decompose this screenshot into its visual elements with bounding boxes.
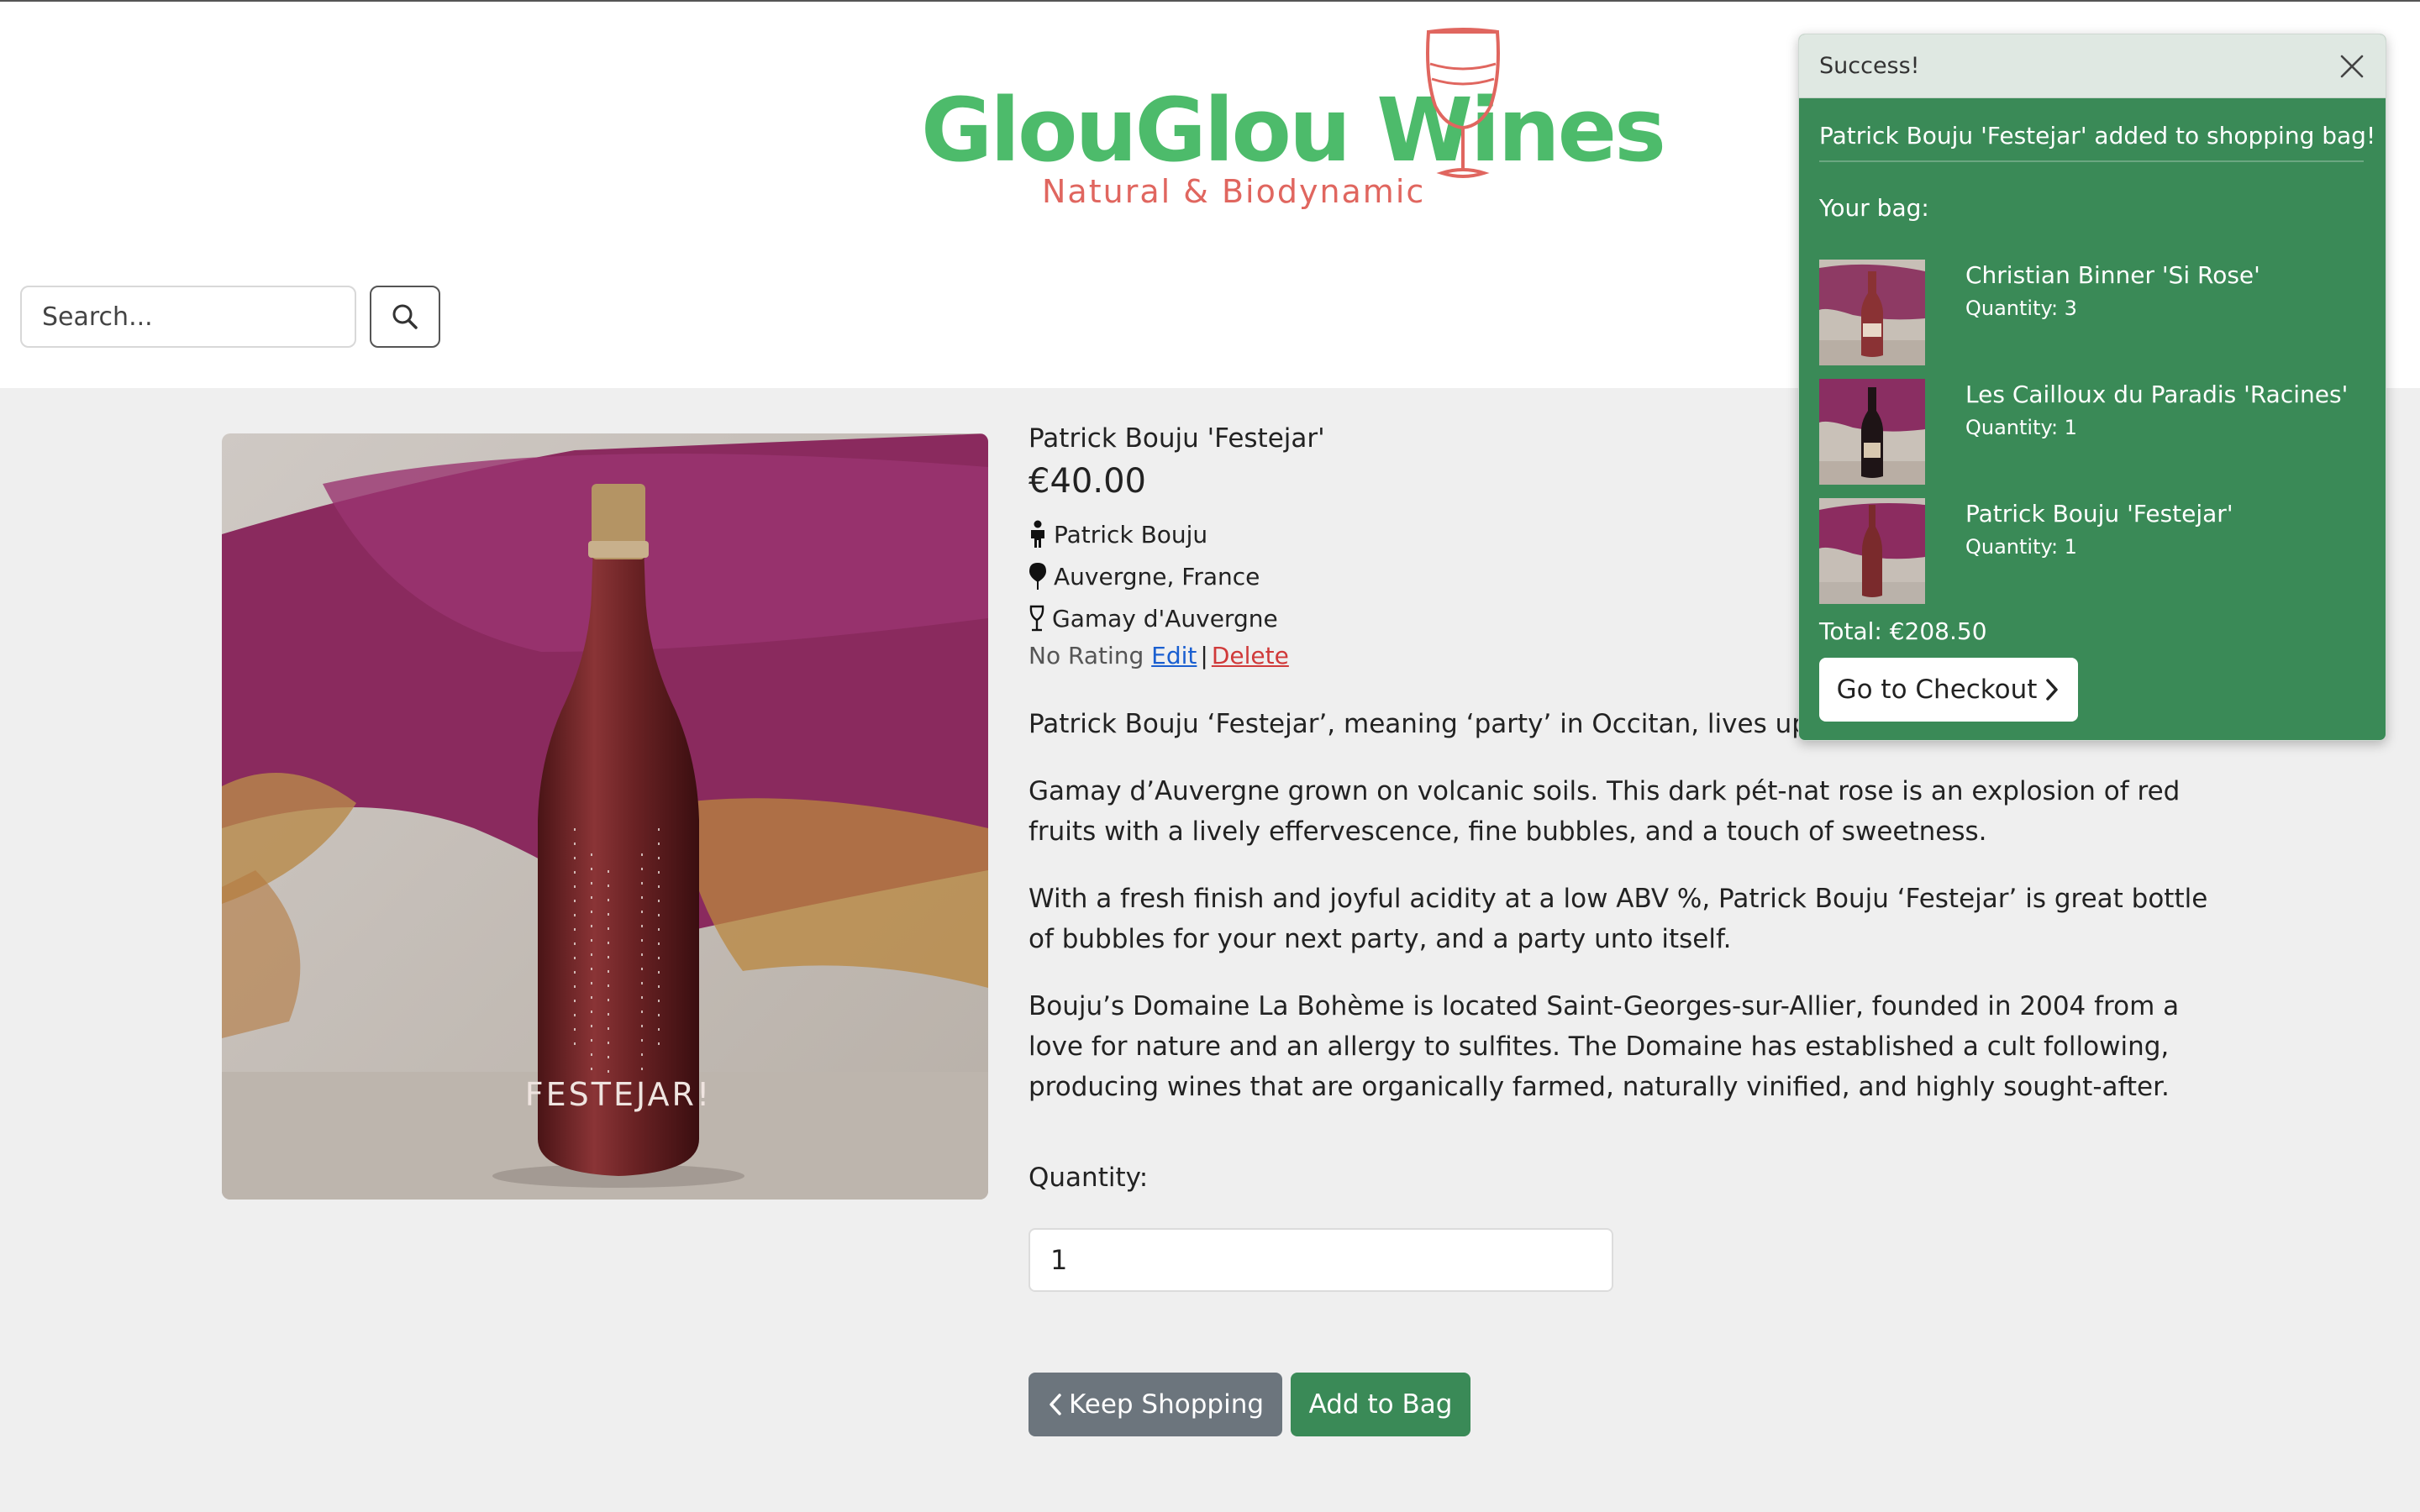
close-icon bbox=[2340, 55, 2364, 78]
grape-name: Gamay d'Auvergne bbox=[1052, 604, 1278, 633]
bag-total: Total: €208.50 bbox=[1819, 617, 1987, 645]
bag-item-quantity: Quantity: 1 bbox=[1965, 535, 2077, 559]
wine-glass-logo-icon bbox=[1426, 28, 1500, 178]
keep-shopping-button[interactable]: Keep Shopping bbox=[1028, 1373, 1282, 1436]
chevron-right-icon bbox=[2046, 679, 2059, 701]
search-button[interactable] bbox=[370, 286, 440, 348]
toast-title: Success! bbox=[1819, 53, 1920, 79]
toast-message: Patrick Bouju 'Festejar' added to shoppi… bbox=[1819, 122, 2376, 150]
product-price: €40.00 bbox=[1028, 462, 1146, 501]
bag-item-name: Les Cailloux du Paradis 'Racines' bbox=[1965, 381, 2349, 408]
description-paragraph: Gamay d’Auvergne grown on volcanic soils… bbox=[1028, 776, 2181, 847]
quantity-input[interactable] bbox=[1028, 1228, 1613, 1292]
page: GlouGlou Wines Natural & Biodynamic Sear… bbox=[0, 0, 2420, 1512]
bag-label: Your bag: bbox=[1819, 194, 1929, 222]
grape-row: Gamay d'Auvergne bbox=[1028, 601, 1278, 635]
map-pin-icon bbox=[1029, 563, 1046, 590]
edit-link[interactable]: Edit bbox=[1151, 642, 1197, 669]
toast-divider bbox=[1819, 160, 2364, 162]
producer-row: Patrick Bouju bbox=[1028, 517, 1207, 551]
site-logo[interactable]: GlouGlou Wines Natural & Biodynamic bbox=[916, 25, 1666, 218]
bag-item[interactable]: Patrick Bouju 'Festejar' Quantity: 1 bbox=[1819, 498, 2365, 607]
add-to-bag-button[interactable]: Add to Bag bbox=[1291, 1373, 1470, 1436]
bag-item-name: Christian Binner 'Si Rose' bbox=[1965, 261, 2260, 289]
toast-header: Success! bbox=[1799, 34, 2386, 98]
quantity-label: Quantity: bbox=[1028, 1163, 1149, 1193]
search-icon bbox=[392, 304, 418, 329]
logo-title: GlouGlou Wines bbox=[921, 79, 1666, 181]
keep-shopping-label: Keep Shopping bbox=[1068, 1389, 1265, 1420]
search-input[interactable] bbox=[20, 286, 356, 348]
bag-item-thumbnail bbox=[1819, 498, 1925, 604]
close-button[interactable] bbox=[2337, 51, 2367, 81]
bag-item-thumbnail bbox=[1819, 260, 1925, 365]
description-paragraph: With a fresh finish and joyful acidity a… bbox=[1028, 884, 2208, 954]
bag-item-quantity: Quantity: 1 bbox=[1965, 416, 2077, 439]
region-name: Auvergne, France bbox=[1054, 562, 1260, 591]
person-icon bbox=[1031, 520, 1044, 548]
producer-name: Patrick Bouju bbox=[1054, 520, 1208, 549]
wine-glass-icon bbox=[1029, 605, 1044, 632]
product-image: FESTEJAR! bbox=[222, 433, 988, 1200]
bag-item-thumbnail bbox=[1819, 379, 1925, 485]
bottle-label: FESTEJAR! bbox=[525, 1076, 712, 1113]
rating-row: No Rating Edit | Delete bbox=[1028, 642, 1289, 669]
bag-item-name: Patrick Bouju 'Festejar' bbox=[1965, 500, 2233, 528]
bag-item[interactable]: Christian Binner 'Si Rose' Quantity: 3 bbox=[1819, 260, 2365, 369]
rating-text: No Rating bbox=[1028, 642, 1144, 669]
checkout-label: Go to Checkout bbox=[1836, 675, 2038, 705]
success-toast: Success! Patrick Bouju 'Festejar' added … bbox=[1798, 34, 2386, 741]
logo-subtitle: Natural & Biodynamic bbox=[1042, 173, 1426, 210]
checkout-button[interactable]: Go to Checkout bbox=[1819, 658, 2078, 722]
region-row: Auvergne, France bbox=[1028, 559, 1260, 593]
chevron-left-icon bbox=[1050, 1394, 1061, 1415]
bag-item[interactable]: Les Cailloux du Paradis 'Racines' Quanti… bbox=[1819, 379, 2365, 488]
delete-link[interactable]: Delete bbox=[1212, 642, 1289, 669]
description-paragraph: Bouju’s Domaine La Bohème is located Sai… bbox=[1028, 991, 2180, 1102]
bag-item-quantity: Quantity: 3 bbox=[1965, 297, 2077, 320]
product-name: Patrick Bouju 'Festejar' bbox=[1028, 423, 1325, 454]
